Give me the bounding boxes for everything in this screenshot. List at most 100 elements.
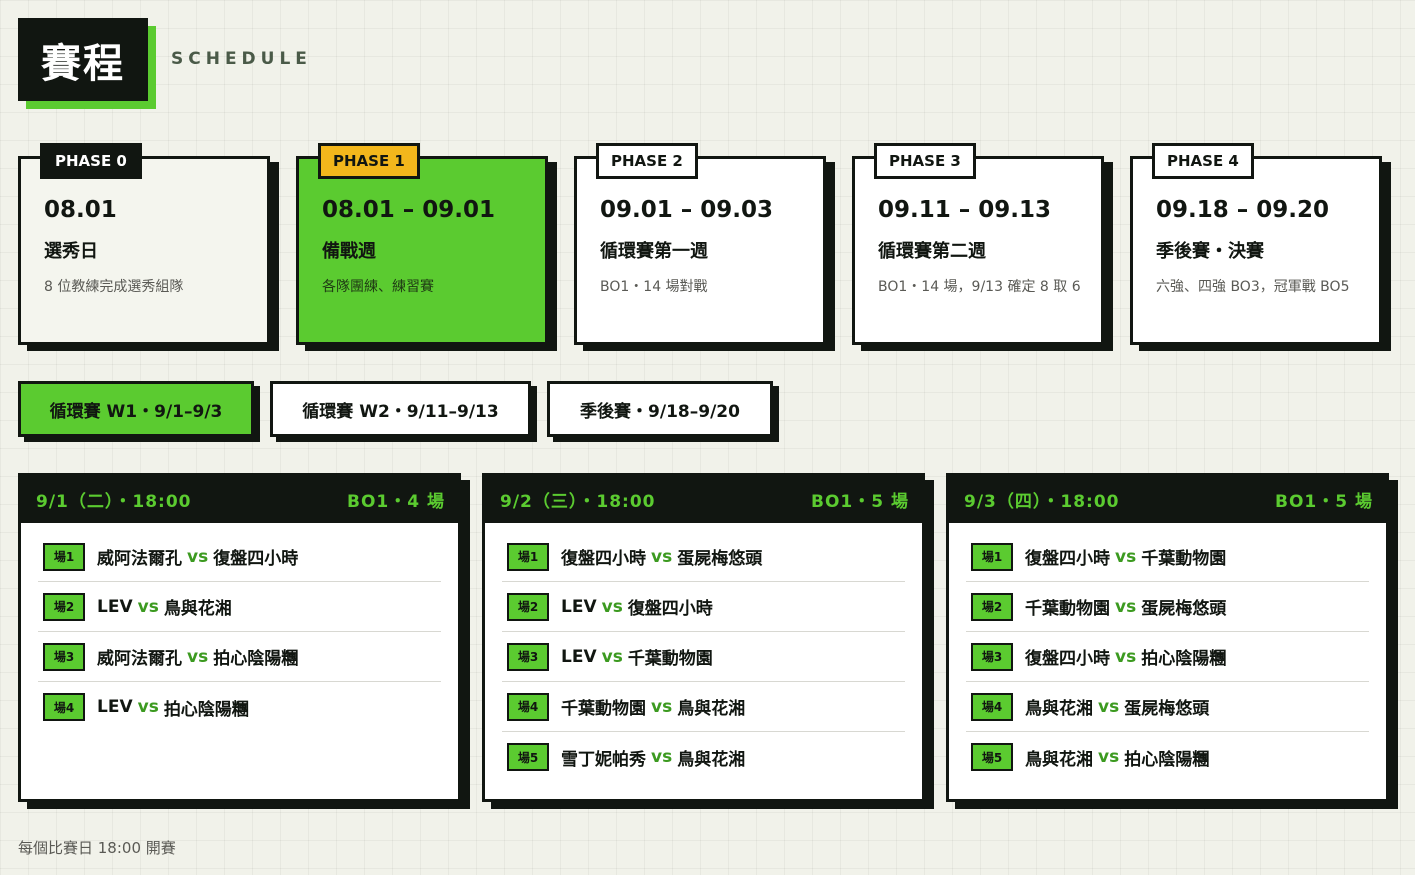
match-list: 場1 復盤四小時 vs 蛋屍梅悠頭 場2 LEV vs 復盤四小時 場3 LEV vs 千葉動物園… <box>485 523 922 782</box>
team-a: 威阿法爾孔 <box>97 549 182 569</box>
match-row: 場3 LEV vs 千葉動物園 <box>502 632 905 682</box>
team-a: 鳥與花湘 <box>1025 749 1093 770</box>
tab-round-robin-w2[interactable]: 循環賽 W2・9/11–9/13 <box>270 381 531 437</box>
match-row: 場3 復盤四小時 vs 拍心陰陽糰 <box>966 632 1369 682</box>
phase-date: 09.11 – 09.13 <box>878 197 1052 223</box>
phase-date: 08.01 – 09.01 <box>322 197 496 223</box>
vs-label: vs <box>601 646 623 667</box>
match-row: 場3 威阿法爾孔 vs 拍心陰陽糰 <box>38 632 441 682</box>
vs-label: vs <box>1115 646 1137 667</box>
phase-card-0: PHASE 0 08.01 選秀日 8 位教練完成選秀組隊 <box>18 143 270 345</box>
match-row: 場1 威阿法爾孔 vs 復盤四小時 <box>38 532 441 582</box>
day-date: 9/2（三）・18:00 <box>500 492 656 512</box>
tab-round-robin-w1[interactable]: 循環賽 W1・9/1–9/3 <box>18 381 254 437</box>
day-header: 9/1（二）・18:00 BO1・4 場 <box>21 476 458 523</box>
match-badge: 場5 <box>507 743 549 771</box>
phase-tag: PHASE 0 <box>40 143 142 179</box>
team-a: 鳥與花湘 <box>1025 699 1093 719</box>
phase-tag: PHASE 1 <box>318 143 420 179</box>
team-b: 千葉動物園 <box>1141 549 1227 569</box>
match-row: 場4 鳥與花湘 vs 蛋屍梅悠頭 <box>966 682 1369 732</box>
phase-date: 08.01 <box>44 197 117 223</box>
vs-label: vs <box>1098 696 1120 717</box>
match-row: 場2 LEV vs 復盤四小時 <box>502 582 905 632</box>
phase-card-3: PHASE 3 09.11 – 09.13 循環賽第二週 BO1・14 場，9/… <box>852 143 1104 345</box>
match-badge: 場3 <box>507 642 549 671</box>
team-b: 鳥與花湘 <box>677 699 746 719</box>
team-a: 雪丁妮帕秀 <box>561 749 646 770</box>
match-badge: 場5 <box>971 743 1013 771</box>
team-a: 千葉動物園 <box>1025 599 1110 619</box>
match-badge: 場1 <box>507 542 549 571</box>
vs-label: vs <box>137 697 159 717</box>
team-b: 拍心陰陽糰 <box>1141 649 1227 669</box>
team-b: 鳥與花湘 <box>163 599 232 619</box>
vs-label: vs <box>187 546 209 567</box>
match-badge: 場1 <box>971 542 1013 571</box>
day-format: BO1・5 場 <box>811 492 909 512</box>
match-badge: 場4 <box>43 693 85 721</box>
match-row: 場2 千葉動物園 vs 蛋屍梅悠頭 <box>966 582 1369 632</box>
team-a: 威阿法爾孔 <box>97 649 182 669</box>
team-b: 蛋屍梅悠頭 <box>677 549 763 569</box>
team-b: 復盤四小時 <box>627 599 713 619</box>
match-row: 場4 LEV vs 拍心陰陽糰 <box>38 682 441 732</box>
phase-card-1: PHASE 1 08.01 – 09.01 備戰週 各隊團練、練習賽 <box>296 143 548 345</box>
phase-card-4: PHASE 4 09.18 – 09.20 季後賽・決賽 六強、四強 BO3，冠… <box>1130 143 1382 345</box>
match-badge: 場3 <box>971 642 1013 671</box>
match-row: 場2 LEV vs 鳥與花湘 <box>38 582 441 632</box>
day-format: BO1・4 場 <box>347 492 445 512</box>
vs-label: vs <box>187 646 209 667</box>
team-b: 拍心陰陽糰 <box>213 649 299 669</box>
match-row: 場5 鳥與花湘 vs 拍心陰陽糰 <box>966 732 1369 782</box>
team-b: 鳥與花湘 <box>677 749 746 770</box>
team-b: 拍心陰陽糰 <box>163 699 249 720</box>
vs-label: vs <box>651 546 673 567</box>
page-title: 賽程 <box>18 18 148 101</box>
phase-name: 備戰週 <box>322 241 376 262</box>
match-badge: 場4 <box>507 692 549 721</box>
phase-name: 循環賽第二週 <box>878 241 986 262</box>
vs-label: vs <box>601 596 623 617</box>
vs-label: vs <box>1098 747 1120 767</box>
day-date: 9/1（二）・18:00 <box>36 492 192 512</box>
phase-description: BO1・14 場，9/13 確定 8 取 6 <box>878 279 1081 295</box>
day-panel-2: 9/2（三）・18:00 BO1・5 場 場1 復盤四小時 vs 蛋屍梅悠頭 場2 LE… <box>482 473 925 802</box>
team-a: LEV <box>561 596 597 617</box>
team-a: LEV <box>561 646 597 667</box>
match-badge: 場3 <box>43 642 85 671</box>
match-badge: 場2 <box>507 592 549 621</box>
team-a: LEV <box>97 596 133 617</box>
day-panel-1: 9/1（二）・18:00 BO1・4 場 場1 威阿法爾孔 vs 復盤四小時 場2 LE… <box>18 473 461 802</box>
phase-tag: PHASE 4 <box>1152 143 1254 179</box>
vs-label: vs <box>651 747 673 767</box>
page-subtitle: SCHEDULE <box>171 49 312 69</box>
day-panel-3: 9/3（四）・18:00 BO1・5 場 場1 復盤四小時 vs 千葉動物園 場2 千葉… <box>946 473 1389 802</box>
day-header: 9/3（四）・18:00 BO1・5 場 <box>949 476 1386 523</box>
footnote: 每個比賽日 18:00 開賽 <box>18 839 176 857</box>
team-b: 復盤四小時 <box>213 549 299 569</box>
phase-description: 各隊團練、練習賽 <box>322 279 434 295</box>
phase-date: 09.18 – 09.20 <box>1156 197 1330 223</box>
team-b: 蛋屍梅悠頭 <box>1141 599 1227 619</box>
day-format: BO1・5 場 <box>1275 492 1373 512</box>
match-row: 場5 雪丁妮帕秀 vs 鳥與花湘 <box>502 732 905 782</box>
team-b: 拍心陰陽糰 <box>1124 749 1210 770</box>
team-a: 復盤四小時 <box>1025 649 1110 669</box>
match-badge: 場2 <box>971 592 1013 621</box>
team-b: 千葉動物園 <box>627 649 713 669</box>
phase-name: 選秀日 <box>44 241 98 262</box>
day-date: 9/3（四）・18:00 <box>964 492 1120 512</box>
tab-playoffs[interactable]: 季後賽・9/18–9/20 <box>547 381 773 437</box>
phase-description: 六強、四強 BO3，冠軍戰 BO5 <box>1156 279 1350 295</box>
vs-label: vs <box>137 596 159 617</box>
team-b: 蛋屍梅悠頭 <box>1124 699 1210 719</box>
phase-description: BO1・14 場對戰 <box>600 279 708 295</box>
team-a: 復盤四小時 <box>561 549 646 569</box>
page-title-block: 賽程 <box>18 18 156 109</box>
match-row: 場1 復盤四小時 vs 千葉動物園 <box>966 532 1369 582</box>
team-a: LEV <box>97 697 133 717</box>
vs-label: vs <box>1115 546 1137 567</box>
team-a: 千葉動物園 <box>561 699 646 719</box>
day-header: 9/2（三）・18:00 BO1・5 場 <box>485 476 922 523</box>
